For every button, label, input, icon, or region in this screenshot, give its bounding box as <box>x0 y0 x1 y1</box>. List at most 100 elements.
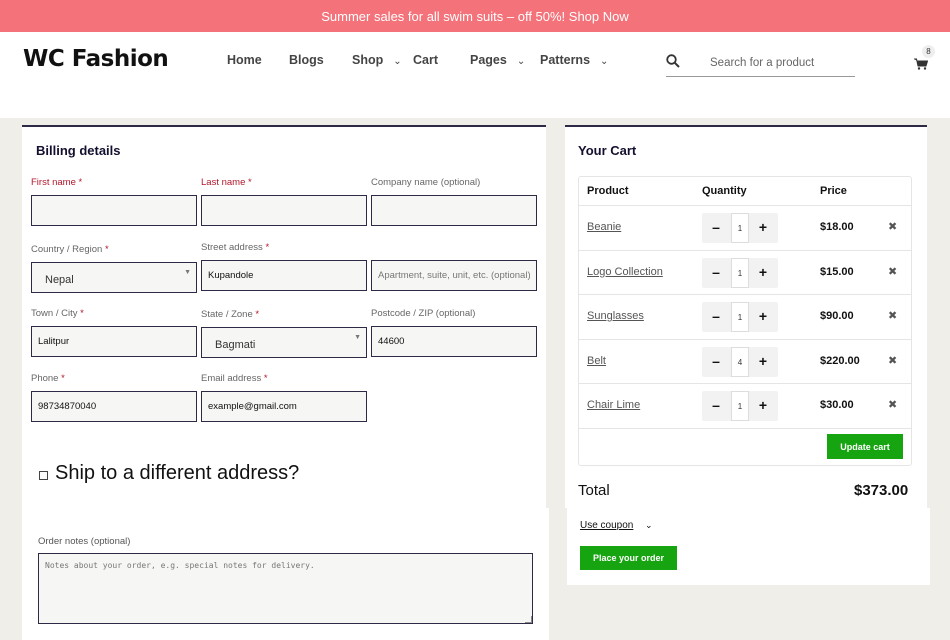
search-icon[interactable] <box>666 54 680 68</box>
nav-shop[interactable]: Shop ⌄ <box>352 53 402 67</box>
item-price: $90.00 <box>820 310 854 322</box>
table-row: Belt – 4 + $220.00 ✖ <box>579 339 911 383</box>
quantity-value[interactable]: 4 <box>731 347 749 377</box>
site-logo[interactable]: WC Fashion <box>23 46 169 72</box>
quantity-value[interactable]: 1 <box>731 258 749 288</box>
remove-icon[interactable]: ✖ <box>888 309 897 322</box>
decrease-quantity-button[interactable]: – <box>708 264 724 280</box>
update-cart-button[interactable]: Update cart <box>827 434 903 459</box>
resize-handle-icon[interactable] <box>525 616 532 623</box>
decrease-quantity-button[interactable]: – <box>708 397 724 413</box>
quantity-stepper: – 1 + <box>702 258 778 288</box>
product-link[interactable]: Logo Collection <box>587 266 663 278</box>
nav-pages-label: Pages <box>470 53 507 67</box>
column-header-quantity: Quantity <box>702 185 747 197</box>
increase-quantity-button[interactable]: + <box>755 353 771 369</box>
required-star: * <box>265 242 270 253</box>
company-field[interactable] <box>371 195 537 226</box>
country-value: Nepal <box>45 273 74 286</box>
nav-pages[interactable]: Pages ⌄ <box>470 53 525 67</box>
required-star: * <box>255 309 260 320</box>
remove-icon[interactable]: ✖ <box>888 354 897 367</box>
email-label: Email address * <box>201 373 268 384</box>
use-coupon-link[interactable]: Use coupon <box>580 520 633 531</box>
first-name-field[interactable] <box>31 195 197 226</box>
nav-home[interactable]: Home <box>227 53 262 67</box>
chevron-down-icon: ▼ <box>354 334 361 341</box>
table-row: Sunglasses – 1 + $90.00 ✖ <box>579 294 911 338</box>
chevron-down-icon[interactable]: ⌄ <box>645 520 653 531</box>
item-price: $220.00 <box>820 355 860 367</box>
street-field[interactable] <box>201 260 367 291</box>
state-label-text: State / Zone <box>201 309 253 320</box>
street-label: Street address * <box>201 242 269 253</box>
table-row: Beanie – 1 + $18.00 ✖ <box>579 205 911 249</box>
email-label-text: Email address <box>201 373 262 384</box>
quantity-value[interactable]: 1 <box>731 302 749 332</box>
place-order-button[interactable]: Place your order <box>580 546 677 570</box>
decrease-quantity-button[interactable]: – <box>708 308 724 324</box>
phone-label: Phone * <box>31 373 65 384</box>
last-name-label: Last name * <box>201 177 252 188</box>
required-star: * <box>104 244 109 255</box>
ship-different-label[interactable]: Ship to a different address? <box>55 462 299 485</box>
nav-cart[interactable]: Cart <box>413 53 438 67</box>
quantity-stepper: – 4 + <box>702 347 778 377</box>
country-label: Country / Region * <box>31 244 109 255</box>
nav-blogs[interactable]: Blogs <box>289 53 324 67</box>
email-field[interactable] <box>201 391 367 422</box>
postcode-field[interactable] <box>371 326 537 357</box>
nav-shop-label: Shop <box>352 53 384 67</box>
increase-quantity-button[interactable]: + <box>755 308 771 324</box>
town-label: Town / City * <box>31 308 84 319</box>
required-star: * <box>80 308 84 319</box>
country-label-text: Country / Region <box>31 244 103 255</box>
increase-quantity-button[interactable]: + <box>755 219 771 235</box>
item-price: $30.00 <box>820 399 854 411</box>
remove-icon[interactable]: ✖ <box>888 220 897 233</box>
product-link[interactable]: Beanie <box>587 221 621 233</box>
town-field[interactable] <box>31 326 197 357</box>
chevron-down-icon: ▼ <box>184 269 191 276</box>
cart-icon[interactable] <box>914 58 928 70</box>
order-notes-label: Order notes (optional) <box>38 536 131 547</box>
phone-field[interactable] <box>31 391 197 422</box>
table-row: Logo Collection – 1 + $15.00 ✖ <box>579 250 911 294</box>
quantity-stepper: – 1 + <box>702 302 778 332</box>
country-select[interactable]: Nepal ▼ <box>31 262 197 293</box>
increase-quantity-button[interactable]: + <box>755 264 771 280</box>
state-select[interactable]: Bagmati ▼ <box>201 327 367 358</box>
nav-patterns-label: Patterns <box>540 53 591 67</box>
item-price: $15.00 <box>820 266 854 278</box>
announcement-bar[interactable]: Summer sales for all swim suits – off 50… <box>0 0 950 32</box>
town-label-text: Town / City <box>31 308 78 319</box>
ship-different-checkbox[interactable] <box>39 471 48 480</box>
order-notes-field[interactable] <box>38 553 533 624</box>
announcement-text[interactable]: Summer sales for all swim suits – off 50… <box>321 9 629 24</box>
company-label: Company name (optional) <box>371 177 481 188</box>
product-link[interactable]: Chair Lime <box>587 399 640 411</box>
phone-label-text: Phone <box>31 373 59 384</box>
cart-title: Your Cart <box>578 143 637 158</box>
quantity-stepper: – 1 + <box>702 213 778 243</box>
state-label: State / Zone * <box>201 309 259 320</box>
remove-icon[interactable]: ✖ <box>888 398 897 411</box>
product-link[interactable]: Sunglasses <box>587 310 644 322</box>
cart-count-badge: 8 <box>922 45 935 58</box>
decrease-quantity-button[interactable]: – <box>708 219 724 235</box>
required-star: * <box>248 177 252 188</box>
decrease-quantity-button[interactable]: – <box>708 353 724 369</box>
quantity-value[interactable]: 1 <box>731 213 749 243</box>
quantity-value[interactable]: 1 <box>731 391 749 421</box>
remove-icon[interactable]: ✖ <box>888 265 897 278</box>
product-link[interactable]: Belt <box>587 355 606 367</box>
billing-title: Billing details <box>36 143 121 158</box>
postcode-label: Postcode / ZIP (optional) <box>371 308 476 319</box>
nav-patterns[interactable]: Patterns ⌄ <box>540 53 608 67</box>
last-name-field[interactable] <box>201 195 367 226</box>
item-price: $18.00 <box>820 221 854 233</box>
increase-quantity-button[interactable]: + <box>755 397 771 413</box>
search-input[interactable] <box>666 50 855 77</box>
apartment-field[interactable] <box>371 260 537 291</box>
chevron-down-icon: ⌄ <box>516 56 526 67</box>
